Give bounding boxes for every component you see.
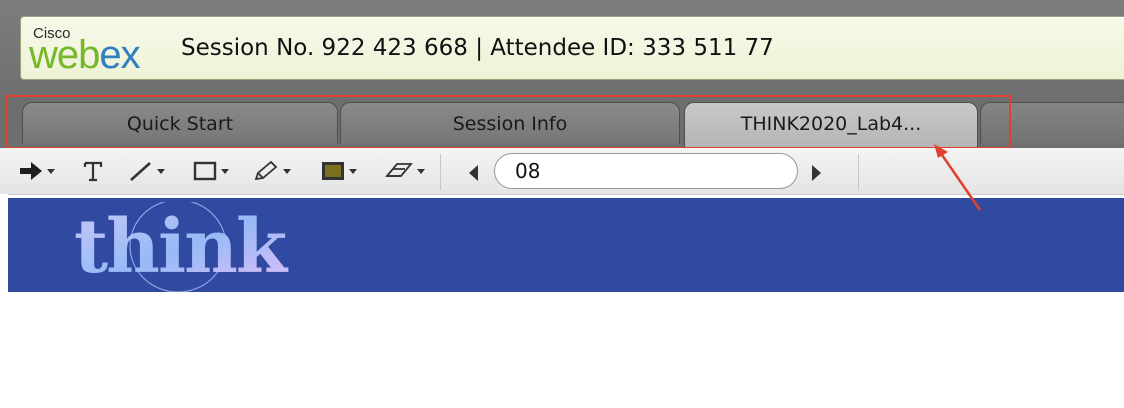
eraser-tool-button[interactable] bbox=[384, 158, 425, 184]
triangle-left-icon bbox=[469, 165, 478, 181]
pencil-icon bbox=[254, 160, 278, 181]
triangle-right-icon bbox=[812, 165, 821, 181]
slide-body bbox=[0, 292, 1124, 408]
logo-webex-part-b: ex bbox=[99, 33, 140, 77]
toolbar-divider bbox=[440, 154, 441, 190]
chevron-down-icon bbox=[157, 168, 165, 174]
tab-strip: Quick Start Session Info THINK2020_Lab4.… bbox=[0, 98, 1124, 148]
think-logo: think bbox=[74, 202, 291, 292]
previous-page-button[interactable] bbox=[466, 160, 482, 186]
cisco-webex-logo: Cisco webex bbox=[29, 23, 169, 77]
eraser-icon bbox=[385, 163, 413, 177]
chevron-down-icon bbox=[349, 168, 357, 174]
color-swatch-icon bbox=[322, 162, 344, 180]
session-details: Session No. 922 423 668 | Attendee ID: 3… bbox=[181, 35, 774, 61]
tab-quick-start[interactable]: Quick Start bbox=[22, 102, 338, 144]
rectangle-tool-button[interactable] bbox=[192, 158, 229, 184]
tab-think2020-lab4[interactable]: THINK2020_Lab4... bbox=[684, 102, 978, 148]
chevron-down-icon bbox=[221, 168, 229, 174]
session-info-panel: Cisco webex Session No. 922 423 668 | At… bbox=[20, 16, 1124, 80]
logo-webex-text: webex bbox=[29, 33, 141, 77]
slide-banner: think bbox=[8, 198, 1124, 292]
chevron-down-icon bbox=[417, 168, 425, 174]
tab-session-info[interactable]: Session Info bbox=[340, 102, 680, 144]
webex-window: Cisco webex Session No. 922 423 668 | At… bbox=[0, 0, 1124, 408]
rectangle-icon bbox=[193, 161, 217, 181]
think-logo-text: think bbox=[74, 204, 289, 290]
chevron-down-icon bbox=[47, 168, 55, 174]
line-tool-button[interactable] bbox=[128, 158, 165, 184]
chevron-down-icon bbox=[283, 168, 291, 174]
highlighter-tool-button[interactable] bbox=[252, 158, 291, 184]
text-icon bbox=[83, 161, 103, 182]
color-tool-button[interactable] bbox=[320, 158, 357, 184]
text-tool-button[interactable] bbox=[82, 158, 104, 184]
tab-overflow bbox=[980, 102, 1124, 144]
logo-webex-part-a: web bbox=[29, 33, 100, 77]
annotation-toolbar bbox=[0, 148, 1124, 195]
next-page-button[interactable] bbox=[808, 160, 824, 186]
pointer-tool-button[interactable] bbox=[18, 158, 55, 184]
line-icon bbox=[130, 162, 151, 181]
toolbar-divider bbox=[858, 154, 859, 190]
session-header: Cisco webex Session No. 922 423 668 | At… bbox=[0, 0, 1124, 98]
arrow-right-icon bbox=[20, 162, 42, 180]
page-number-input[interactable] bbox=[494, 153, 798, 189]
